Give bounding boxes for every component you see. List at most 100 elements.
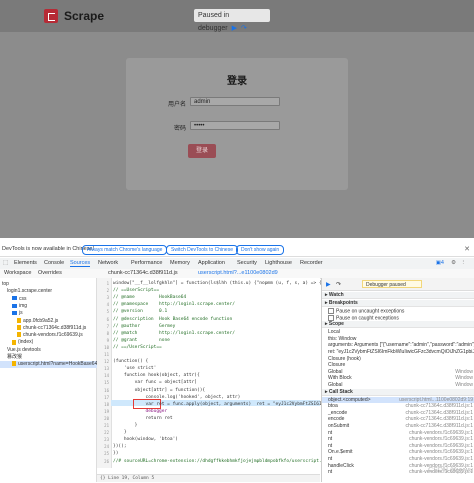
call-stack-frame[interactable]: nt chunk-vendors.f1c69639.js:1: [322, 436, 474, 442]
scope-row[interactable]: Closure (hook): [322, 356, 474, 362]
scope-row[interactable]: this: Window: [322, 336, 474, 342]
checkbox-icon[interactable]: [328, 308, 334, 314]
call-stack-frame[interactable]: nt chunk-vendors.f1c69639.js:1: [322, 443, 474, 449]
scrape-logo-icon: [44, 9, 58, 23]
navigator-item[interactable]: chunk-vendors.f1c69639.js: [0, 332, 83, 339]
line-number[interactable]: 8: [97, 331, 109, 336]
line-number[interactable]: 7: [97, 324, 109, 329]
call-stack-section[interactable]: ▸ Call Stack: [322, 388, 474, 396]
line-number[interactable]: 18: [97, 402, 109, 407]
line-number[interactable]: 20: [97, 416, 109, 421]
scope-row[interactable]: ret: "eyJ1c2VybmFtZSI6ImFkbWluIiwicGFzc3…: [322, 349, 474, 355]
line-number[interactable]: 13: [97, 366, 109, 371]
call-stack-frame-location: chunk-vendors.f1c69639.js:1: [409, 436, 473, 443]
tab-performance[interactable]: Performance: [131, 260, 163, 266]
scope-row[interactable]: Global Window: [322, 369, 474, 375]
switch-chinese-button[interactable]: Switch DevTools to Chinese: [166, 245, 238, 255]
editor-tab-chunk[interactable]: chunk-cc71364c.d38f911d.js: [108, 270, 178, 276]
resume-icon[interactable]: ▶: [232, 25, 237, 32]
breakpoints-section[interactable]: ▸ Breakpoints: [322, 300, 474, 307]
tab-memory[interactable]: Memory: [170, 260, 190, 266]
breakpoint-option[interactable]: Pause on uncaught exceptions: [322, 308, 474, 314]
call-stack-frame[interactable]: onSubmit chunk-cc71364c.d38f911d.js:1: [322, 423, 474, 429]
checkbox-icon[interactable]: [328, 314, 334, 321]
scope-row[interactable]: Closure: [322, 362, 474, 368]
line-number[interactable]: 17: [97, 395, 109, 400]
line-number[interactable]: 19: [97, 409, 109, 414]
call-stack-frame[interactable]: nt chunk-vendors.f1c69639.js:1: [322, 430, 474, 436]
dont-show-button[interactable]: Don't show again: [236, 245, 285, 255]
navigator-item[interactable]: img: [0, 303, 27, 310]
close-icon[interactable]: ✕: [464, 245, 470, 253]
issues-badge[interactable]: ▣4: [436, 260, 444, 266]
navigator-item[interactable]: chunk-cc71364c.d38f911d.js: [0, 325, 86, 332]
call-stack-frame-label: On.e.$emit: [328, 449, 353, 456]
line-number[interactable]: 16: [97, 388, 109, 393]
line-number[interactable]: 25: [97, 451, 109, 456]
line-number[interactable]: 24: [97, 444, 109, 449]
tab-sources[interactable]: Sources: [70, 260, 91, 267]
line-number[interactable]: 9: [97, 338, 109, 343]
call-stack-frame[interactable]: nt chunk-vendors.f1c69639.js:1: [322, 456, 474, 462]
call-stack-frame[interactable]: _encode chunk-cc71364c.d38f911d.js:1: [322, 410, 474, 416]
navigator-item[interactable]: Vue.js devtools: [0, 347, 41, 354]
step-over-icon[interactable]: ↷: [241, 25, 247, 32]
login-button[interactable]: 登录: [188, 144, 216, 158]
line-number[interactable]: 15: [97, 380, 109, 385]
call-stack-frame[interactable]: object.<computed> userscript.html...1100e…: [322, 396, 474, 403]
line-number[interactable]: 10: [97, 345, 109, 350]
tab-network[interactable]: Network: [98, 260, 118, 266]
navigator-item[interactable]: userscript.html?name=HookBase64.use: [0, 361, 108, 369]
code-editor[interactable]: 1 2 3 4 5 6 7 8 9 10 11 12 13 14 15 16 17 18 19 20 21 22 23 24 2…: [97, 278, 343, 482]
breakpoint-option[interactable]: Pause on caught exceptions: [322, 314, 474, 321]
tab-console[interactable]: Console: [44, 260, 64, 266]
navigator-item[interactable]: 篡改猴: [0, 354, 22, 361]
scope-row[interactable]: Local: [322, 329, 474, 335]
line-number[interactable]: 23: [97, 437, 109, 442]
username-field[interactable]: admin: [190, 97, 280, 106]
tab-workspace[interactable]: Workspace: [4, 270, 31, 276]
line-gutter[interactable]: 1 2 3 4 5 6 7 8 9 10 11 12 13 14 15 16 17 18 19 20 21 22 23 24 2…: [97, 278, 112, 468]
navigator-item[interactable]: css: [0, 296, 27, 303]
tab-application[interactable]: Application: [198, 260, 225, 266]
tab-lighthouse[interactable]: Lighthouse: [265, 260, 292, 266]
line-number[interactable]: 6: [97, 317, 109, 322]
line-number[interactable]: 26: [97, 459, 109, 464]
gear-icon[interactable]: ⚙: [451, 260, 456, 266]
inspect-icon[interactable]: ⬚: [3, 260, 8, 266]
call-stack-frame[interactable]: On.e.$emit chunk-vendors.f1c69639.js:1: [322, 449, 474, 455]
line-number[interactable]: 12: [97, 359, 109, 364]
line-number[interactable]: 4: [97, 302, 109, 307]
step-over-icon[interactable]: ↷: [336, 281, 342, 288]
editor-tab-userscript[interactable]: userscript.html?...e1100e0802d9: [198, 270, 278, 276]
tab-overrides[interactable]: Overrides: [38, 270, 62, 276]
scope-row[interactable]: Global Window: [322, 382, 474, 388]
line-number[interactable]: 3: [97, 295, 109, 300]
tab-elements[interactable]: Elements: [14, 260, 37, 266]
match-language-button[interactable]: Always match Chrome's language: [82, 245, 168, 255]
line-number[interactable]: 14: [97, 373, 109, 378]
navigator-item[interactable]: app.0fcb9a52.js: [0, 318, 58, 325]
line-number[interactable]: 2: [97, 288, 109, 293]
navigator-item[interactable]: top: [0, 281, 9, 288]
scope-row[interactable]: With Block Window: [322, 375, 474, 381]
line-number[interactable]: 21: [97, 423, 109, 428]
scope-section[interactable]: ▸ Scope: [322, 321, 474, 329]
watch-section[interactable]: ▸ Watch: [322, 292, 474, 299]
navigator-item[interactable]: js: [0, 310, 23, 317]
navigator-item[interactable]: (index): [0, 339, 33, 346]
line-number[interactable]: 5: [97, 309, 109, 314]
tab-security[interactable]: Security: [237, 260, 257, 266]
password-field[interactable]: •••••: [190, 121, 280, 130]
line-number[interactable]: 11: [97, 352, 109, 357]
more-icon[interactable]: ⋮: [461, 260, 467, 266]
call-stack-frame[interactable]: btoa chunk-cc71364c.d38f911d.js:1: [322, 403, 474, 409]
line-number[interactable]: 22: [97, 430, 109, 435]
line-number[interactable]: 1: [97, 281, 109, 286]
scope-row[interactable]: arguments: Arguments ["{"username":"admi…: [322, 342, 474, 348]
tab-recorder[interactable]: Recorder: [300, 260, 323, 266]
call-stack-frame[interactable]: encode chunk-cc71364c.d38f911d.js:1: [322, 416, 474, 422]
resume-icon[interactable]: ▶: [326, 281, 332, 288]
navigator-item[interactable]: login1.scrape.center: [0, 288, 52, 295]
watermark: CSDN @yywu: [428, 467, 473, 474]
